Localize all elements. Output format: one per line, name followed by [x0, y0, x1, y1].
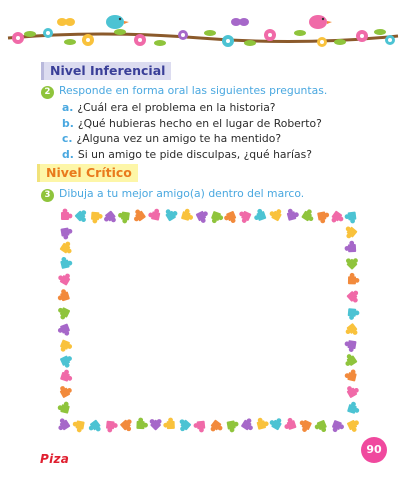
puzzle-piece-icon: [344, 211, 357, 224]
page-number-badge: 90: [361, 437, 387, 463]
puzzle-piece-icon: [347, 308, 360, 320]
puzzle-piece-icon: [284, 417, 297, 430]
puzzle-piece-frame: [57, 208, 360, 433]
puzzle-piece-icon: [59, 386, 72, 398]
puzzle-piece-icon: [136, 417, 148, 430]
puzzle-piece-icon: [314, 420, 327, 433]
puzzle-piece-icon: [118, 211, 130, 224]
puzzle-piece-icon: [345, 354, 358, 366]
puzzle-piece-icon: [346, 258, 358, 270]
puzzle-piece-icon: [193, 420, 206, 433]
puzzle-piece-icon: [61, 208, 73, 220]
puzzle-piece-icon: [256, 417, 269, 430]
puzzle-piece-icon: [57, 401, 70, 414]
puzzle-piece-icon: [57, 323, 70, 336]
puzzle-piece-icon: [74, 210, 87, 223]
puzzle-piece-icon: [344, 340, 357, 352]
puzzle-piece-icon: [301, 209, 314, 222]
puzzle-piece-icon: [106, 420, 118, 433]
puzzle-piece-icon: [72, 420, 85, 433]
puzzle-piece-icon: [344, 240, 357, 253]
puzzle-piece-icon: [344, 369, 357, 382]
puzzle-piece-icon: [332, 420, 344, 433]
puzzle-piece-icon: [179, 419, 192, 432]
puzzle-piece-icon: [60, 369, 73, 382]
puzzle-piece-icon: [88, 419, 101, 432]
puzzle-piece-icon: [104, 210, 116, 223]
puzzle-piece-icon: [60, 355, 72, 368]
puzzle-piece-icon: [60, 227, 73, 240]
puzzle-piece-icon: [195, 210, 208, 223]
puzzle-piece-icon: [60, 339, 73, 352]
puzzle-piece-icon: [346, 290, 359, 303]
puzzle-piece-icon: [60, 256, 73, 269]
puzzle-piece-icon: [148, 208, 161, 221]
puzzle-piece-icon: [254, 208, 267, 221]
publisher-logo: Piza: [40, 452, 70, 466]
puzzle-piece-icon: [163, 417, 175, 430]
puzzle-piece-icon: [241, 418, 253, 431]
puzzle-piece-icon: [91, 211, 103, 224]
puzzle-piece-icon: [57, 289, 70, 302]
puzzle-piece-icon: [239, 211, 252, 223]
puzzle-piece-icon: [286, 208, 299, 221]
puzzle-piece-icon: [211, 211, 224, 224]
puzzle-piece-icon: [134, 209, 146, 222]
puzzle-piece-icon: [120, 419, 132, 432]
puzzle-piece-icon: [347, 272, 360, 285]
puzzle-piece-icon: [345, 226, 358, 239]
puzzle-piece-icon: [226, 420, 239, 433]
puzzle-piece-icon: [58, 418, 71, 431]
puzzle-piece-icon: [210, 419, 223, 432]
puzzle-piece-icon: [347, 401, 360, 414]
puzzle-piece-icon: [58, 307, 71, 320]
puzzle-piece-icon: [317, 211, 330, 224]
puzzle-piece-icon: [299, 420, 312, 432]
puzzle-piece-icon: [58, 273, 71, 286]
puzzle-piece-icon: [149, 419, 162, 431]
puzzle-piece-icon: [346, 386, 359, 398]
puzzle-piece-icon: [59, 241, 72, 254]
puzzle-piece-icon: [269, 418, 282, 431]
puzzle-piece-icon: [331, 210, 344, 223]
puzzle-piece-icon: [165, 209, 178, 222]
puzzle-piece-icon: [181, 208, 194, 221]
puzzle-piece-icon: [224, 211, 237, 224]
puzzle-piece-icon: [345, 323, 358, 335]
puzzle-piece-icon: [269, 209, 282, 222]
puzzle-piece-icon: [346, 419, 359, 432]
